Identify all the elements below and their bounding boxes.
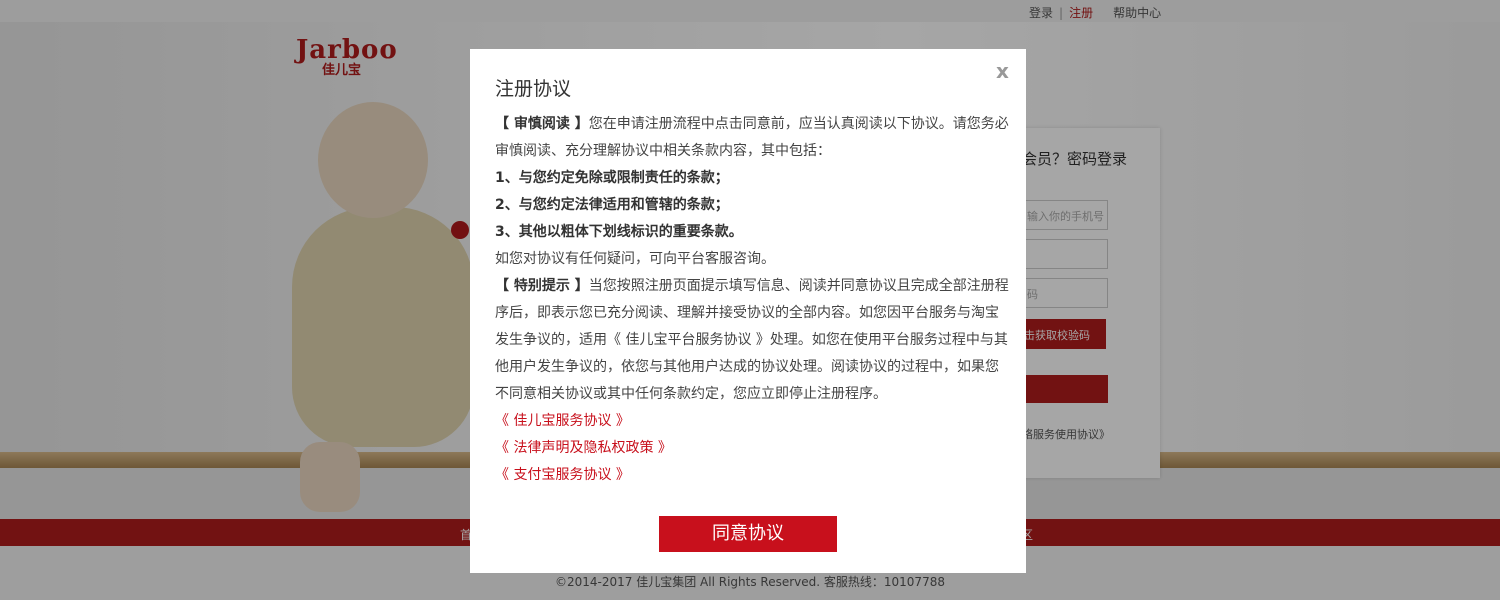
special-notice-label: 【 特别提示 】 — [495, 278, 589, 294]
careful-read-label: 【 审慎阅读 】 — [495, 116, 589, 132]
close-icon[interactable]: x — [996, 59, 1009, 83]
clause-item-3: 3、其他以粗体下划线标识的重要条款。 — [495, 224, 743, 240]
special-notice-text: 当您按照注册页面提示填写信息、阅读并同意协议且完成全部注册程序后，即表示您已充分… — [495, 278, 1009, 402]
clause-item-1: 1、与您约定免除或限制责任的条款； — [495, 170, 729, 186]
question-note: 如您对协议有任何疑问，可向平台客服咨询。 — [495, 251, 775, 267]
agree-button[interactable]: 同意协议 — [659, 516, 837, 552]
alipay-service-agreement-link[interactable]: 《 支付宝服务协议 》 — [495, 462, 1010, 489]
agreement-modal: x 注册协议 【 审慎阅读 】您在申请注册流程中点击同意前，应当认真阅读以下协议… — [470, 49, 1026, 573]
jarboo-service-agreement-link[interactable]: 《 佳儿宝服务协议 》 — [495, 408, 1010, 435]
paragraph-special-notice: 【 特别提示 】当您按照注册页面提示填写信息、阅读并同意协议且完成全部注册程序后… — [495, 273, 1010, 408]
clause-item-2: 2、与您约定法律适用和管辖的条款； — [495, 197, 729, 213]
legal-privacy-policy-link[interactable]: 《 法律声明及隐私权政策 》 — [495, 435, 1010, 462]
modal-title: 注册协议 — [495, 78, 572, 100]
paragraph-careful-read: 【 审慎阅读 】您在申请注册流程中点击同意前，应当认真阅读以下协议。请您务必审慎… — [495, 111, 1010, 165]
agreement-text: 【 审慎阅读 】您在申请注册流程中点击同意前，应当认真阅读以下协议。请您务必审慎… — [495, 111, 1010, 489]
